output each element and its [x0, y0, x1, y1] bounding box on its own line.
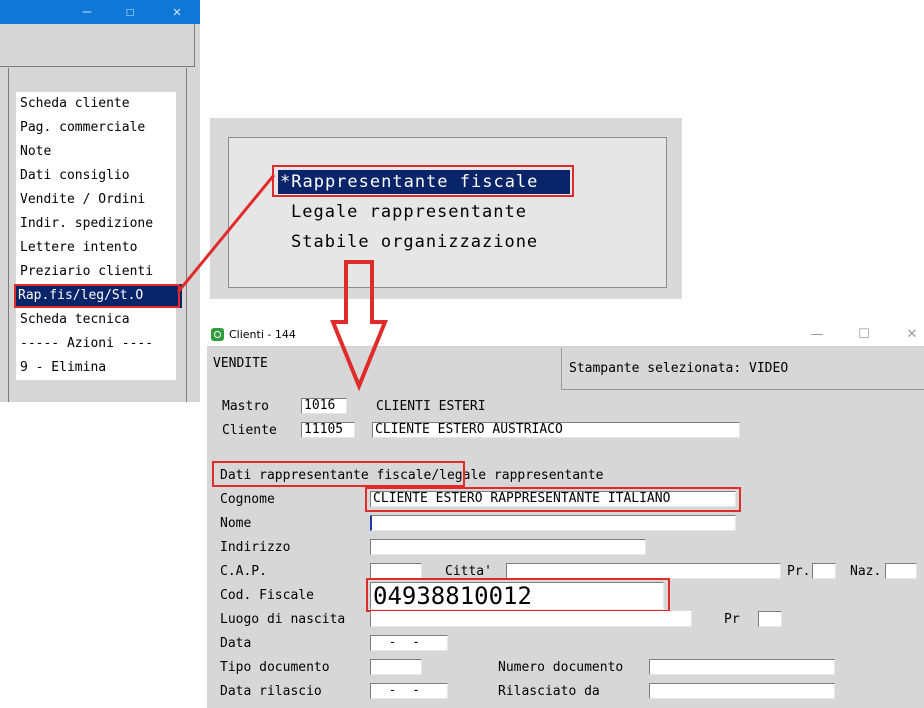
down-arrow-icon	[330, 260, 388, 392]
annotation-arrow-layer	[330, 260, 388, 392]
